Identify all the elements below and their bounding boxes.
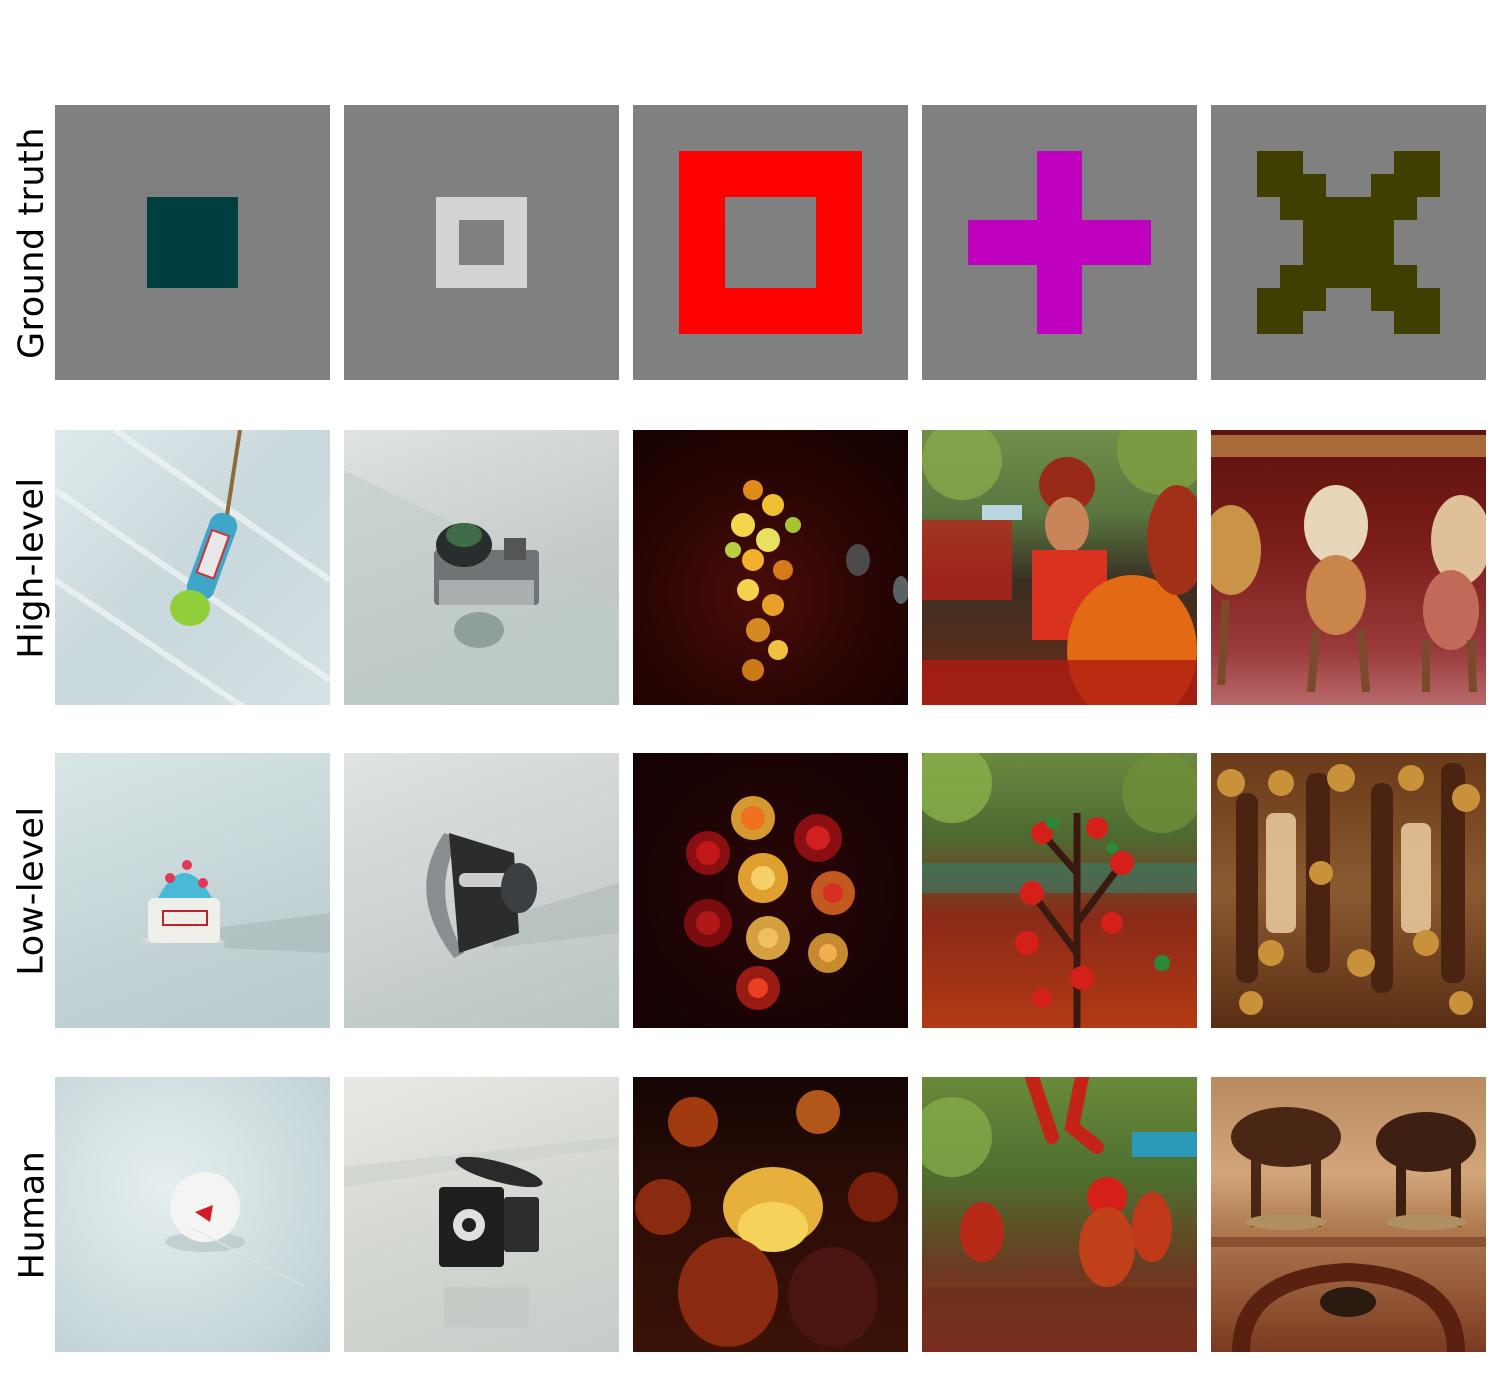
low-level-image-4 [922, 753, 1197, 1028]
high-level-image-1 [55, 430, 330, 705]
high-level-image-4 [922, 430, 1197, 705]
gt-tile-small-ring [344, 105, 619, 380]
human-image-4 [922, 1077, 1197, 1352]
human-image-3 [633, 1077, 908, 1352]
human-image-1 [55, 1077, 330, 1352]
gt-tile-plus [922, 105, 1197, 380]
human-image-5 [1211, 1077, 1486, 1352]
human-image-2 [344, 1077, 619, 1352]
high-level-image-2 [344, 430, 619, 705]
low-level-image-5 [1211, 753, 1486, 1028]
high-level-image-5 [1211, 430, 1486, 705]
gt-tile-large-ring [633, 105, 908, 380]
row-label-human: Human [12, 1150, 53, 1279]
row-label-high-level: High-level [12, 476, 52, 659]
row-label-low-level: Low-level [12, 805, 52, 976]
high-level-image-3 [633, 430, 908, 705]
low-level-image-1 [55, 753, 330, 1028]
gt-tile-x [1211, 105, 1486, 380]
low-level-image-2 [344, 753, 619, 1028]
row-label-ground-truth: Ground truth [12, 126, 53, 359]
low-level-image-3 [633, 753, 908, 1028]
gt-tile-square [55, 105, 330, 380]
